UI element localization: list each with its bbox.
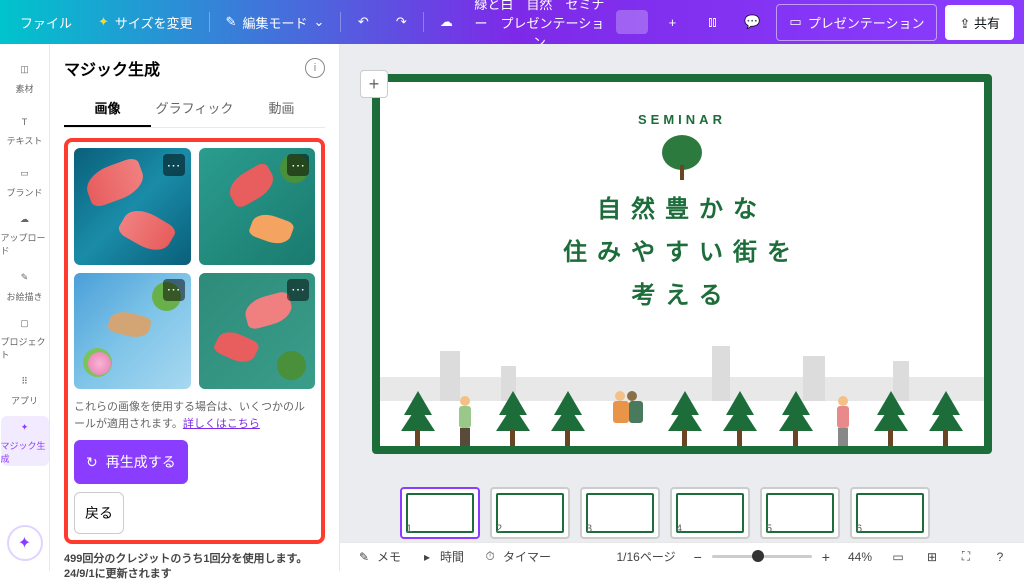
present-button[interactable]: ▭プレゼンテーション	[776, 4, 937, 41]
rail-apps[interactable]: ⠿アプリ	[1, 364, 49, 414]
view-tiles-button[interactable]: ⊞	[924, 549, 940, 565]
rail-ai-button[interactable]: ✦	[7, 525, 43, 561]
rail-brand[interactable]: ▭ブランド	[1, 156, 49, 206]
generated-image-2[interactable]: ⋯	[199, 148, 316, 265]
notes-icon: ✎	[356, 549, 372, 565]
text-icon: T	[15, 112, 35, 132]
sparkle-icon: ✦	[15, 417, 35, 437]
generated-image-3[interactable]: ⋯	[74, 273, 191, 390]
thumbnail-2[interactable]: 2	[490, 487, 570, 539]
credit-text: 499回分のクレジットのうち1回分を使用します。24/9/1に更新されます	[64, 552, 325, 583]
disclaimer-link[interactable]: 詳しくはこちら	[183, 418, 260, 430]
plus-icon: +	[669, 15, 677, 30]
thumbnail-4[interactable]: 4	[670, 487, 750, 539]
grid-view-icon: ▭	[890, 549, 906, 565]
cityscape-illustration	[380, 336, 984, 446]
tree-icon	[657, 135, 707, 180]
generated-image-1[interactable]: ⋯	[74, 148, 191, 265]
refresh-icon: ↻	[86, 454, 98, 471]
chart-icon: ⫾⫾	[708, 14, 716, 30]
cloud-upload-icon: ☁	[15, 209, 35, 229]
shapes-icon: ◫	[15, 60, 35, 80]
image-more-button[interactable]: ⋯	[163, 154, 185, 176]
thumbnail-1[interactable]: 1	[400, 487, 480, 539]
image-more-button[interactable]: ⋯	[163, 279, 185, 301]
thumbnail-3[interactable]: 3	[580, 487, 660, 539]
tab-image[interactable]: 画像	[64, 90, 151, 127]
help-icon: ?	[992, 549, 1008, 565]
fullscreen-button[interactable]: ⛶	[958, 549, 974, 565]
generated-images-grid: ⋯ ⋯ ⋯ ⋯	[74, 148, 315, 389]
notes-button[interactable]: ✎メモ	[356, 548, 401, 565]
pencil-icon: ✎	[226, 14, 237, 30]
info-button[interactable]: i	[305, 58, 325, 78]
comment-icon: 💬	[744, 14, 760, 30]
sparkle-plus-icon: ✦	[18, 533, 31, 553]
thumbnail-6[interactable]: 6	[850, 487, 930, 539]
bottom-bar: ✎メモ ▸時間 ⏱タイマー 1/16ページ − + 44% ▭ ⊞ ⛶ ?	[340, 542, 1024, 571]
rail-project[interactable]: ▢プロジェクト	[1, 312, 49, 362]
thumbnail-5[interactable]: 5	[760, 487, 840, 539]
rail-text[interactable]: Tテキスト	[1, 104, 49, 154]
image-more-button[interactable]: ⋯	[287, 154, 309, 176]
crown-icon: ✦	[98, 14, 109, 30]
timer-icon: ⏱	[482, 549, 498, 565]
magic-generate-panel: マジック生成 i 画像 グラフィック 動画 ⋯ ⋯ ⋯ ⋯ これらの画像を使用す…	[50, 44, 340, 571]
zoom-value[interactable]: 44%	[848, 550, 872, 564]
chevron-down-icon: ⌄	[313, 14, 324, 30]
redo-icon: ↷	[396, 14, 407, 30]
edit-mode-dropdown[interactable]: ✎編集モード⌄	[216, 7, 335, 38]
cloud-sync-button[interactable]: ☁	[430, 6, 462, 38]
results-highlight: ⋯ ⋯ ⋯ ⋯ これらの画像を使用する場合は、いくつかのルールが適用されます。詳…	[64, 138, 325, 544]
tiles-icon: ⊞	[924, 549, 940, 565]
regenerate-button[interactable]: ↻再生成する	[74, 440, 188, 484]
share-button[interactable]: ⇪ 共有	[945, 5, 1014, 40]
undo-button[interactable]: ↶	[347, 6, 379, 38]
undo-icon: ↶	[358, 14, 369, 30]
brand-icon: ▭	[15, 164, 35, 184]
cloud-check-icon: ☁	[440, 14, 453, 30]
help-button[interactable]: ?	[992, 549, 1008, 565]
disclaimer-text: これらの画像を使用する場合は、いくつかのルールが適用されます。詳しくはこちら	[74, 399, 315, 432]
fullscreen-icon: ⛶	[958, 549, 974, 565]
panel-tabs: 画像 グラフィック 動画	[64, 90, 325, 128]
back-button[interactable]: 戻る	[74, 492, 124, 534]
rail-magic[interactable]: ✦マジック生成	[1, 416, 49, 466]
document-title[interactable]: 緑と白 自然 セミナー プレゼンテーション	[468, 0, 610, 51]
duration-button[interactable]: ▸時間	[419, 548, 464, 565]
slide-thumbnails: + 1 2 3 4 5 6	[340, 484, 1024, 542]
presentation-icon: ▭	[789, 14, 801, 30]
clock-icon: ▸	[419, 549, 435, 565]
timer-button[interactable]: ⏱タイマー	[482, 548, 551, 565]
rail-draw[interactable]: ✎お絵描き	[1, 260, 49, 310]
tab-graphic[interactable]: グラフィック	[151, 90, 238, 127]
slide-canvas[interactable]: SEMINAR 自然豊かな 住みやすい街を 考える	[372, 74, 992, 454]
analytics-button[interactable]: ⫾⫾	[696, 6, 728, 38]
rail-elements[interactable]: ◫素材	[1, 52, 49, 102]
slide-heading: 自然豊かな 住みやすい街を 考える	[380, 188, 984, 318]
file-menu[interactable]: ファイル	[10, 7, 82, 38]
draw-icon: ✎	[15, 268, 35, 288]
comment-button[interactable]: 💬	[736, 6, 768, 38]
redo-button[interactable]: ↷	[385, 6, 417, 38]
user-avatar[interactable]	[616, 10, 648, 34]
resize-button[interactable]: ✦サイズを変更	[88, 7, 203, 38]
left-rail: ◫素材 Tテキスト ▭ブランド ☁アップロード ✎お絵描き ▢プロジェクト ⠿ア…	[0, 44, 50, 571]
generated-image-4[interactable]: ⋯	[199, 273, 316, 390]
panel-title: マジック生成	[64, 56, 160, 80]
slide-seminar-label: SEMINAR	[380, 112, 984, 127]
folder-icon: ▢	[15, 313, 35, 333]
page-indicator[interactable]: 1/16ページ	[616, 548, 675, 565]
upload-icon: ⇪	[959, 16, 970, 31]
apps-icon: ⠿	[15, 372, 35, 392]
tab-video[interactable]: 動画	[238, 90, 325, 127]
view-grid-button[interactable]: ▭	[890, 549, 906, 565]
zoom-slider[interactable]: − +	[694, 549, 830, 565]
rail-upload[interactable]: ☁アップロード	[1, 208, 49, 258]
top-toolbar: ファイル ✦サイズを変更 ✎編集モード⌄ ↶ ↷ ☁ 緑と白 自然 セミナー プ…	[0, 0, 1024, 44]
add-button[interactable]: +	[656, 6, 688, 38]
image-more-button[interactable]: ⋯	[287, 279, 309, 301]
canvas-area: SEMINAR 自然豊かな 住みやすい街を 考える	[340, 44, 1024, 571]
